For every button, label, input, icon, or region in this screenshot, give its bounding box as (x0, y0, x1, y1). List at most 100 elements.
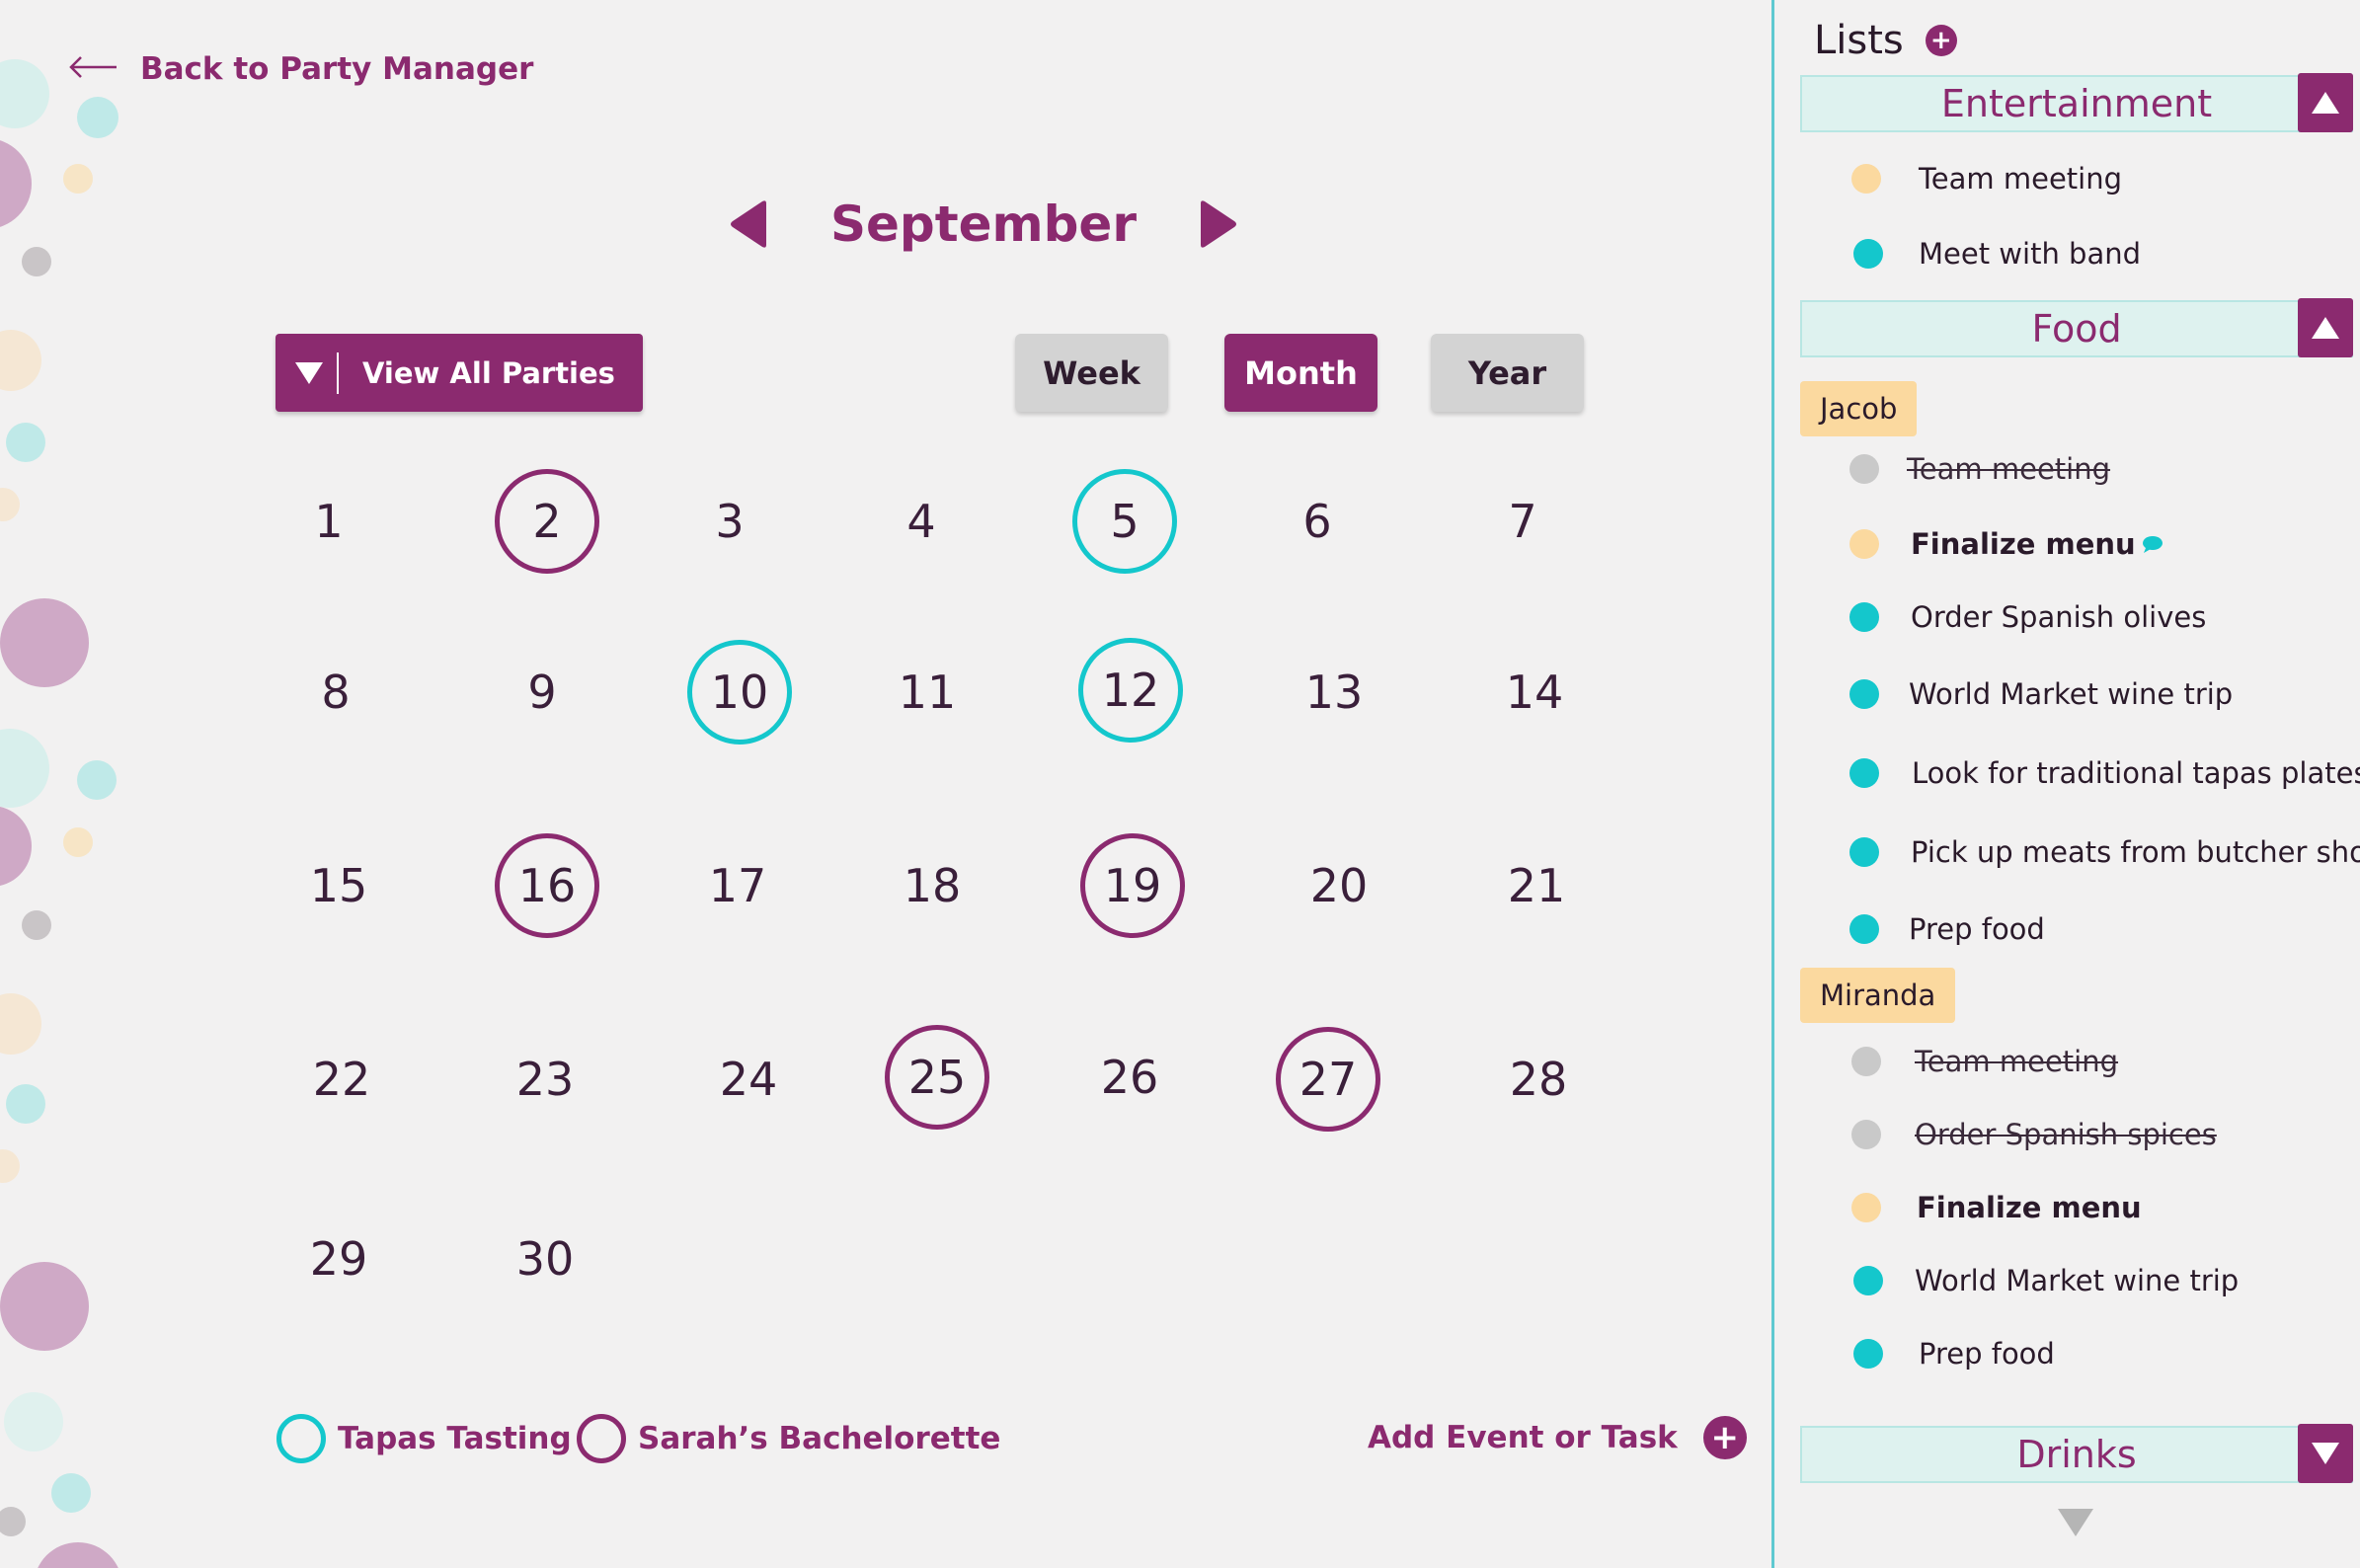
calendar-day[interactable]: 24 (696, 1027, 801, 1132)
task-label: Team meeting (1915, 1045, 2119, 1078)
calendar-day[interactable]: 18 (880, 833, 984, 938)
next-month-button[interactable] (1197, 199, 1240, 249)
calendar-day[interactable]: 4 (869, 469, 974, 574)
task-item[interactable]: Order Spanish spices (1851, 1118, 2217, 1151)
calendar-day[interactable]: 28 (1486, 1027, 1591, 1132)
task-item[interactable]: Prep food (1853, 1337, 2055, 1371)
task-label: Order Spanish olives (1911, 600, 2207, 634)
task-label: Pick up meats from butcher shop (1911, 835, 2360, 869)
caret-right-icon (1201, 200, 1236, 248)
scroll-down-indicator[interactable] (2058, 1509, 2093, 1536)
calendar-day[interactable]: 3 (677, 469, 782, 574)
status-dot (1849, 529, 1879, 559)
task-label: Look for traditional tapas plates (1912, 756, 2360, 790)
assignee-badge: Miranda (1800, 968, 1956, 1023)
lists-sidebar: Lists + Entertainment Team meeting Meet … (1771, 0, 2360, 1568)
calendar-day[interactable]: 23 (493, 1027, 597, 1132)
task-item[interactable]: Team meeting (1849, 452, 2110, 486)
task-item[interactable]: Look for traditional tapas plates (1849, 756, 2360, 790)
task-label: Team meeting (1919, 162, 2123, 196)
task-item[interactable]: Meet with band (1853, 237, 2141, 271)
task-item[interactable]: Prep food (1849, 912, 2045, 946)
status-dot (1849, 679, 1879, 709)
task-item[interactable]: Finalize menu (1851, 1191, 2142, 1224)
calendar-day-bachelorette[interactable]: 19 (1080, 833, 1185, 938)
collapse-entertainment-button[interactable] (2298, 73, 2353, 132)
category-title: Drinks (2016, 1433, 2137, 1476)
calendar-day[interactable]: 29 (286, 1207, 391, 1311)
calendar-day[interactable]: 15 (286, 833, 391, 938)
calendar-day-tapas[interactable]: 10 (687, 640, 792, 745)
status-dot (1849, 454, 1879, 484)
task-item[interactable]: Finalize menu (1849, 527, 2163, 561)
view-all-parties-dropdown[interactable]: View All Parties (275, 334, 643, 412)
calendar-day-bachelorette[interactable]: 25 (885, 1025, 989, 1130)
comment-icon[interactable] (2142, 534, 2163, 554)
status-dot (1849, 837, 1879, 867)
category-title: Entertainment (1940, 82, 2213, 125)
triangle-up-icon (2312, 317, 2339, 339)
expand-drinks-button[interactable] (2298, 1424, 2353, 1483)
calendar-day-bachelorette[interactable]: 27 (1276, 1027, 1380, 1132)
task-item[interactable]: World Market wine trip (1849, 677, 2233, 711)
task-label: Prep food (1909, 912, 2045, 946)
week-view-button[interactable]: Week (1015, 334, 1168, 412)
calendar-day[interactable]: 13 (1282, 640, 1386, 745)
lists-title: Lists (1814, 18, 1904, 63)
task-item[interactable]: Team meeting (1851, 1045, 2118, 1078)
legend-sarahs-bachelorette[interactable]: Sarah’s Bachelorette (577, 1414, 1000, 1463)
task-item[interactable]: Order Spanish olives (1849, 600, 2206, 634)
calendar-day[interactable]: 6 (1265, 469, 1370, 574)
task-item[interactable]: Team meeting (1851, 162, 2122, 196)
triangle-down-icon (2312, 1443, 2339, 1464)
task-label: World Market wine trip (1909, 677, 2234, 711)
category-food: Food (1800, 298, 2353, 357)
task-label: Finalize menu (1911, 527, 2136, 561)
task-label: Prep food (1919, 1337, 2055, 1371)
previous-month-button[interactable] (727, 199, 770, 249)
add-list-button[interactable]: + (1925, 25, 1957, 56)
legend-tapas-tasting[interactable]: Tapas Tasting (276, 1414, 572, 1463)
calendar-day[interactable]: 1 (276, 469, 381, 574)
calendar-day-bachelorette[interactable]: 16 (495, 833, 599, 938)
status-dot (1849, 914, 1879, 944)
view-all-parties-label: View All Parties (362, 355, 615, 390)
add-event-or-task-button[interactable]: Add Event or Task + (1368, 1416, 1747, 1459)
task-item[interactable]: Pick up meats from butcher shop (1849, 835, 2360, 869)
calendar-day[interactable]: 9 (490, 640, 594, 745)
task-item[interactable]: World Market wine trip (1853, 1264, 2239, 1297)
legend-label: Sarah’s Bachelorette (638, 1421, 1001, 1456)
status-dot (1853, 1266, 1883, 1295)
purple-ring-icon (577, 1414, 626, 1463)
category-entertainment: Entertainment (1800, 73, 2353, 132)
add-event-label: Add Event or Task (1368, 1420, 1678, 1455)
assignee-badge: Jacob (1800, 381, 1918, 436)
calendar-day[interactable]: 22 (289, 1027, 394, 1132)
status-dot (1851, 1047, 1881, 1076)
calendar-day-tapas[interactable]: 5 (1072, 469, 1177, 574)
status-dot (1853, 1339, 1883, 1369)
calendar-day-bachelorette[interactable]: 2 (495, 469, 599, 574)
status-dot (1853, 239, 1883, 269)
calendar-day[interactable]: 8 (283, 640, 388, 745)
calendar-day[interactable]: 30 (493, 1207, 597, 1311)
month-view-button[interactable]: Month (1224, 334, 1377, 412)
back-to-party-manager-link[interactable]: Back to Party Manager (67, 51, 533, 87)
calendar-day[interactable]: 7 (1470, 469, 1575, 574)
calendar-day[interactable]: 14 (1482, 640, 1587, 745)
calendar-day-tapas[interactable]: 12 (1078, 638, 1183, 743)
triangle-up-icon (2312, 92, 2339, 114)
task-label: World Market wine trip (1915, 1264, 2240, 1297)
month-title: September (830, 196, 1137, 253)
calendar-day[interactable]: 11 (875, 640, 980, 745)
year-view-button[interactable]: Year (1431, 334, 1584, 412)
status-dot (1849, 602, 1879, 632)
caret-left-icon (731, 200, 766, 248)
calendar-day[interactable]: 17 (685, 833, 790, 938)
collapse-food-button[interactable] (2298, 298, 2353, 357)
status-dot (1849, 758, 1879, 788)
calendar-day[interactable]: 21 (1484, 833, 1589, 938)
calendar-day[interactable]: 20 (1287, 833, 1391, 938)
arrow-left-icon (67, 51, 118, 87)
calendar-day[interactable]: 26 (1077, 1025, 1182, 1130)
